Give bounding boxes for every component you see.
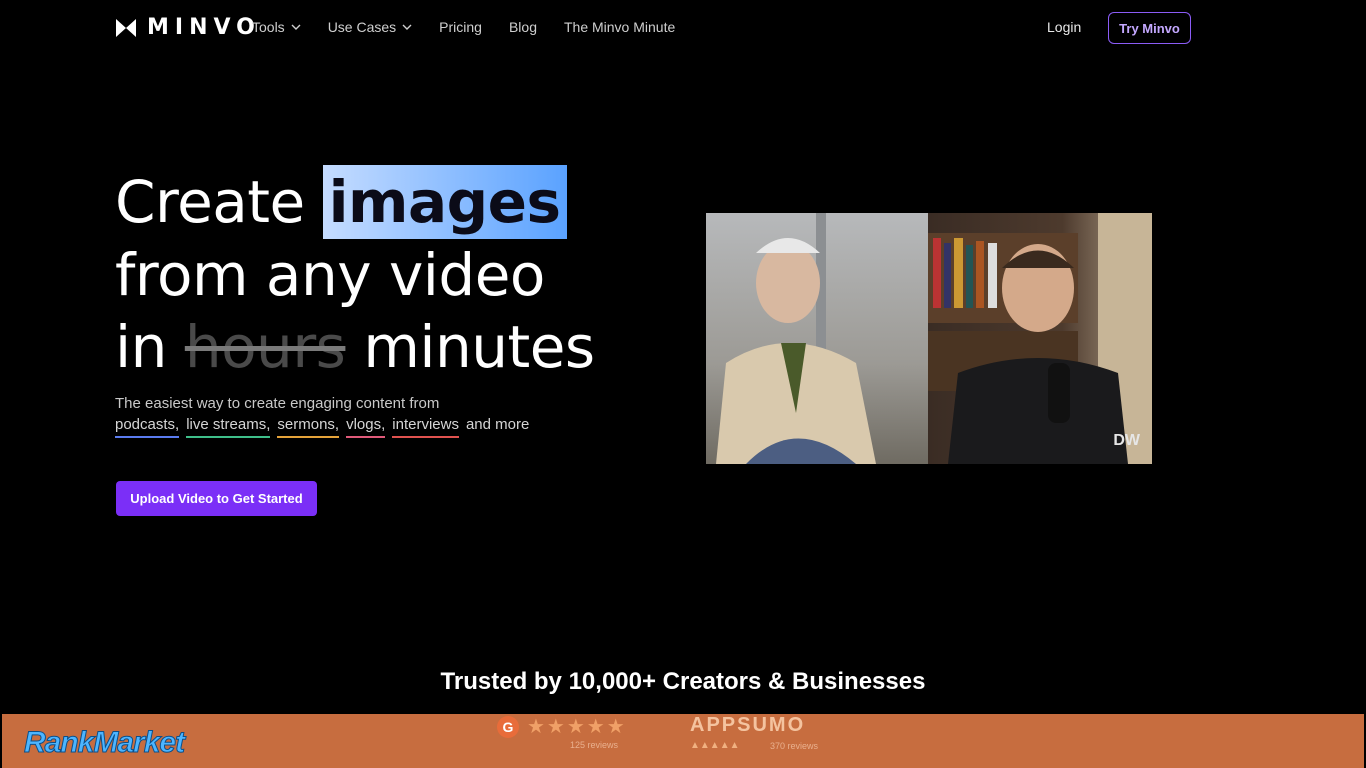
tag-podcasts[interactable]: podcasts, <box>115 416 180 438</box>
nav-blog-label: Blog <box>508 19 537 35</box>
hero-line3-suffix: minutes <box>363 313 595 381</box>
hero-line1-prefix: Create <box>115 168 305 236</box>
hero-highlight-word: images <box>322 165 567 239</box>
person-left-icon <box>716 213 876 464</box>
person-right-icon <box>928 213 1152 464</box>
top-nav: MINVO Tools Use Cases Pricing Blog The M… <box>0 0 1366 56</box>
chevron-down-icon <box>402 24 412 30</box>
try-minvo-button[interactable]: Try Minvo <box>1108 12 1191 44</box>
nav-use-cases[interactable]: Use Cases <box>328 19 412 35</box>
g2-logo-icon: G <box>497 715 519 738</box>
tag-live-streams[interactable]: live streams, <box>186 416 271 438</box>
review-banner: RankMarket G ★★★★★ 125 reviews APPSUMO ▲… <box>2 714 1364 768</box>
logo-text: MINVO <box>147 15 261 40</box>
trusted-heading: Trusted by 10,000+ Creators & Businesses <box>440 668 926 695</box>
rankmarket-watermark: RankMarket <box>23 726 185 760</box>
video-left-panel <box>706 213 928 464</box>
hero-video[interactable]: DW <box>706 213 1152 464</box>
hero-subtitle: The easiest way to create engaging conte… <box>115 395 440 412</box>
tag-interviews[interactable]: interviews <box>392 416 459 438</box>
appsumo-logo[interactable]: APPSUMO <box>690 714 805 737</box>
nav-tools[interactable]: Tools <box>252 19 301 35</box>
video-watermark: DW <box>1113 432 1140 449</box>
nav-tools-label: Tools <box>252 19 285 35</box>
nav-minvo-minute[interactable]: The Minvo Minute <box>564 19 675 35</box>
nav-blog[interactable]: Blog <box>509 19 537 35</box>
appsumo-stars: ▲▲▲▲▲ <box>690 740 740 751</box>
login-link[interactable]: Login <box>1047 19 1081 35</box>
nav-links: Tools Use Cases Pricing Blog The Minvo M… <box>252 19 675 35</box>
chevron-down-icon <box>291 24 301 30</box>
video-right-panel: DW <box>928 213 1152 464</box>
g2-stars: ★★★★★ <box>527 716 627 738</box>
nav-pricing-label: Pricing <box>439 19 482 35</box>
nav-use-cases-label: Use Cases <box>327 19 397 35</box>
g2-reviews: 125 reviews <box>570 740 619 750</box>
tags-suffix: and more <box>465 416 530 433</box>
hero-strike-word: hours <box>184 313 346 381</box>
use-case-tags: podcasts, live streams, sermons, vlogs, … <box>115 416 529 438</box>
g2-rating[interactable]: G ★★★★★ <box>497 714 627 739</box>
hero-title: Create images from any video in hours mi… <box>115 165 595 383</box>
upload-video-button[interactable]: Upload Video to Get Started <box>116 481 317 516</box>
minvo-logo-icon <box>116 18 136 37</box>
hero-line3-prefix: in <box>115 313 167 381</box>
hero-line2: from any video <box>115 241 545 309</box>
nav-pricing[interactable]: Pricing <box>439 19 482 35</box>
nav-minvo-minute-label: The Minvo Minute <box>563 19 676 35</box>
logo[interactable]: MINVO <box>115 15 261 40</box>
appsumo-reviews: 370 reviews <box>770 741 819 751</box>
tag-sermons[interactable]: sermons, <box>277 416 340 438</box>
tag-vlogs[interactable]: vlogs, <box>346 416 386 438</box>
